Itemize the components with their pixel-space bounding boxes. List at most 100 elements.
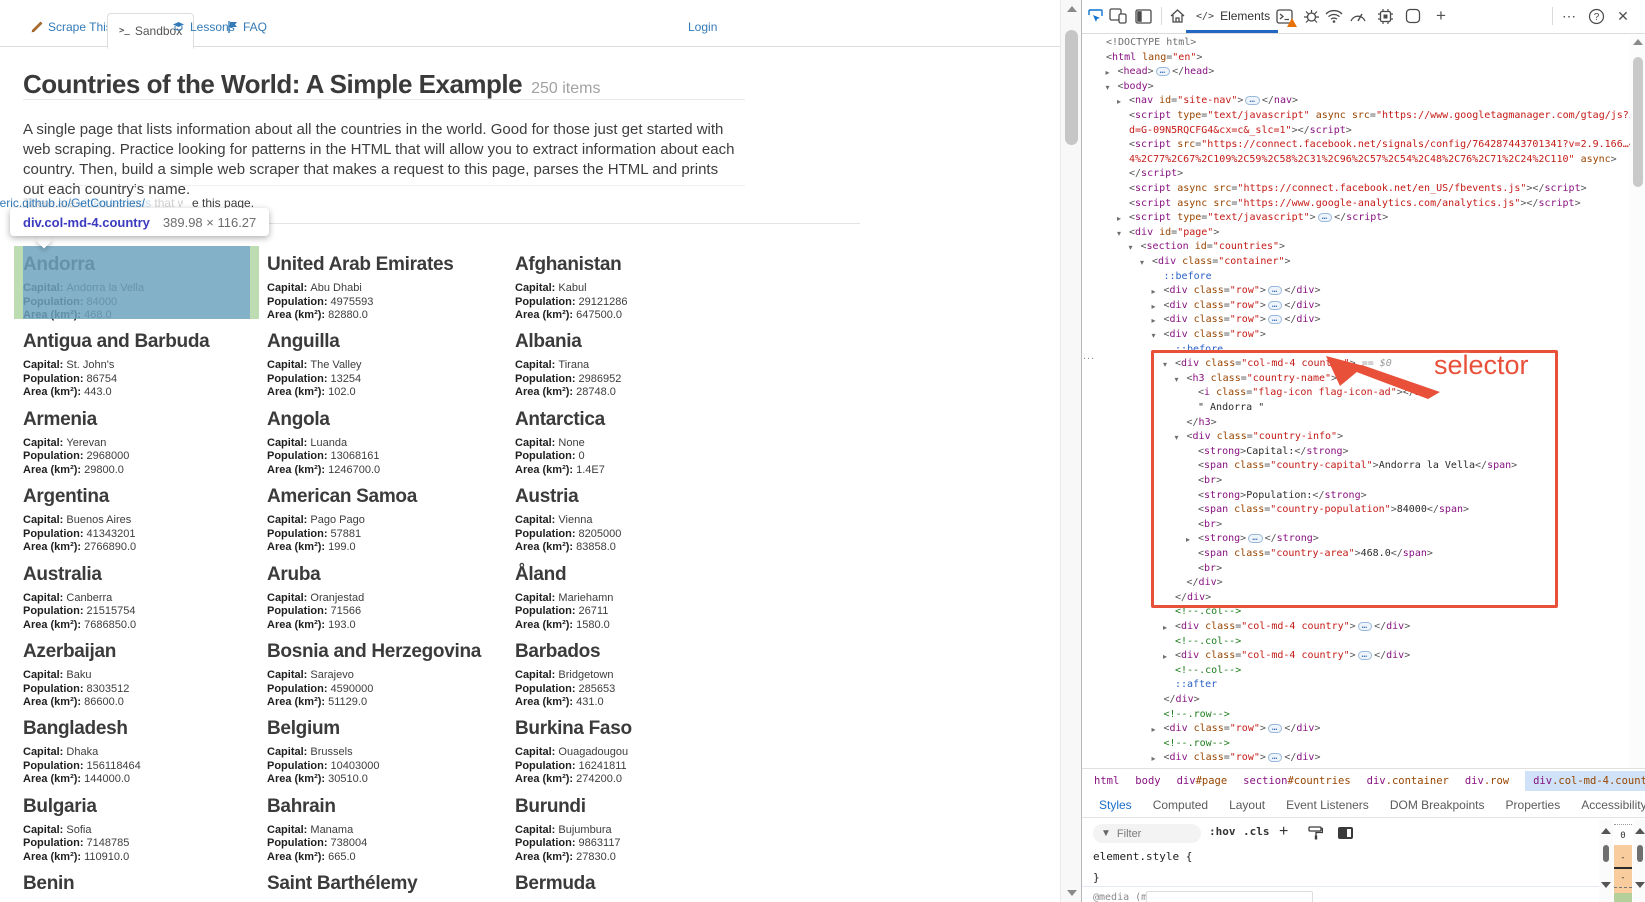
dom-tree-line[interactable]: <script async src="https://connect.faceb… <box>1129 183 1587 195</box>
dom-tree-line[interactable]: </div> <box>1187 577 1223 589</box>
dom-tree-line[interactable]: <script async src="https://www.google-an… <box>1129 198 1581 210</box>
dom-tree-line[interactable]: ▸<div class="col-md-4 country">…</div> <box>1175 650 1410 662</box>
memory-cpu-icon[interactable] <box>1375 6 1395 26</box>
scroll-down-arrow-icon[interactable] <box>1067 890 1077 896</box>
styles-scrollbar-secondary[interactable] <box>1633 820 1645 902</box>
tab-elements[interactable]: </> Elements <box>1186 0 1280 32</box>
expander-open-icon[interactable]: ▾ <box>1117 228 1121 240</box>
expander-closed-icon[interactable]: ▸ <box>1163 622 1167 634</box>
page-scrollbar[interactable] <box>1060 0 1082 902</box>
styles-scrollbar-thumb[interactable] <box>1603 845 1609 862</box>
styles-scrollbar-thumb[interactable] <box>1637 845 1643 862</box>
nav-tab-lessons[interactable]: Lessons <box>172 8 235 45</box>
expander-closed-icon[interactable]: ▸ <box>1152 286 1156 298</box>
collapsed-ellipsis-button[interactable]: … <box>1268 286 1282 295</box>
expander-closed-icon[interactable]: ▸ <box>1186 534 1190 546</box>
toggle-hover-state-button[interactable]: :hov <box>1209 825 1236 838</box>
expander-closed-icon[interactable]: ▸ <box>1117 96 1121 108</box>
dom-tree-line[interactable]: ▾<section id="countries"> <box>1141 241 1286 253</box>
expander-closed-icon[interactable]: ▸ <box>1152 724 1156 736</box>
expander-open-icon[interactable]: ▾ <box>1152 330 1156 342</box>
box-model-mini-preview[interactable]: 0 - - <box>1614 824 1632 902</box>
dom-tree-line[interactable]: <br> <box>1198 519 1222 531</box>
expander-open-icon[interactable]: ▾ <box>1129 242 1133 254</box>
device-emulation-icon[interactable] <box>1108 6 1128 26</box>
collapsed-ellipsis-button[interactable]: … <box>1245 96 1259 105</box>
paint-format-icon[interactable] <box>1308 826 1323 843</box>
expander-open-icon[interactable]: ▾ <box>1175 432 1179 444</box>
dom-gutter-ellipsis[interactable]: ... <box>1083 350 1095 362</box>
styles-tab-properties[interactable]: Properties <box>1506 798 1561 812</box>
scroll-up-arr​ow-icon[interactable] <box>1633 39 1643 45</box>
dom-tree-line[interactable]: <span class="country-capital">Andorra la… <box>1198 460 1517 472</box>
collapsed-ellipsis-button[interactable]: … <box>1358 651 1372 660</box>
dom-tree-line[interactable]: <span class="country-area">468.0</span> <box>1198 548 1433 560</box>
dom-tree-line[interactable]: d=G-09N5RQCFG4&cx=c&_slc=1"></script> <box>1129 125 1352 137</box>
dom-tree-line[interactable]: <script src="https://connect.facebook.ne… <box>1129 139 1630 151</box>
dom-tree-line[interactable]: ▸<div class="row">…</div> <box>1164 314 1321 326</box>
collapsed-ellipsis-button[interactable]: … <box>1268 753 1282 762</box>
toggle-classes-button[interactable]: .cls <box>1243 825 1270 838</box>
dom-tree-line[interactable]: ▾<body> <box>1118 81 1154 93</box>
dom-tree-line[interactable]: <strong>Capital:</strong> <box>1198 446 1349 458</box>
collapsed-ellipsis-button[interactable]: … <box>1248 534 1262 543</box>
dom-tree-line[interactable]: ▸<head>…</head> <box>1118 66 1215 78</box>
dom-tree-line[interactable]: ▾<div class="col-md-4 country"> == $0 <box>1175 358 1392 370</box>
breadcrumb-item[interactable]: div.col-md-4.country <box>1525 771 1645 791</box>
styles-tab-accessibility[interactable]: Accessibility <box>1581 798 1645 812</box>
close-devtools-icon[interactable]: ✕ <box>1613 6 1633 26</box>
breadcrumb-item[interactable]: div.row <box>1465 775 1509 787</box>
issues-bug-icon[interactable] <box>1301 6 1321 26</box>
dom-tree-line[interactable]: <!--.col--> <box>1175 665 1241 677</box>
expander-closed-icon[interactable]: ▸ <box>1152 753 1156 765</box>
dom-tree-line[interactable]: <span class="country-population">84000</… <box>1198 504 1469 516</box>
scroll-up-arrow-icon[interactable] <box>1601 828 1611 834</box>
dom-tree-line[interactable]: <i class="flag-icon flag-icon-ad"></i> <box>1198 387 1427 399</box>
expander-closed-icon[interactable]: ▸ <box>1152 301 1156 313</box>
dom-tree-line[interactable]: </div> <box>1175 592 1211 604</box>
breadcrumb-item[interactable]: body <box>1135 775 1160 787</box>
breadcrumb-item[interactable]: div.container <box>1367 775 1449 787</box>
devtools-dom-scrollbar[interactable] <box>1630 35 1645 768</box>
dom-tree-line[interactable]: <script type="text/javascript" async src… <box>1129 110 1630 122</box>
dom-tree-line[interactable]: <!--.row--> <box>1164 709 1230 721</box>
inspect-element-icon[interactable] <box>1085 6 1105 26</box>
home-icon[interactable] <box>1167 6 1187 26</box>
dom-tree-line[interactable]: </div> <box>1164 694 1200 706</box>
scroll-down-arrow-icon[interactable] <box>1601 882 1611 888</box>
styles-tab-computed[interactable]: Computed <box>1153 798 1208 812</box>
breadcrumb-item[interactable]: html <box>1094 775 1119 787</box>
styles-tab-layout[interactable]: Layout <box>1229 798 1265 812</box>
dom-tree-line[interactable]: ▾<div class="container"> <box>1152 256 1291 268</box>
dom-tree-line[interactable]: <!--.col--> <box>1175 636 1241 648</box>
collapsed-ellipsis-button[interactable]: … <box>1318 213 1332 222</box>
collapsed-ellipsis-button[interactable]: … <box>1156 67 1170 76</box>
dom-tree-line[interactable]: <html lang="en"> <box>1106 52 1202 64</box>
expander-closed-icon[interactable]: ▸ <box>1117 213 1121 225</box>
styles-filter-input[interactable]: ▼ Filter <box>1093 824 1201 843</box>
dom-tree-line[interactable]: <strong>Population:</strong> <box>1198 490 1367 502</box>
styles-scrollbar[interactable] <box>1599 820 1613 902</box>
dom-tree-line[interactable]: ::before <box>1164 271 1212 283</box>
dom-tree-line[interactable]: ▸<nav id="site-nav">…</nav> <box>1129 95 1298 107</box>
collapsed-ellipsis-button[interactable]: … <box>1268 301 1282 310</box>
collapsed-ellipsis-button[interactable]: … <box>1268 315 1282 324</box>
scroll-up-arrow-icon[interactable] <box>1067 6 1077 12</box>
dom-tree-line[interactable]: ▸<div class="row">…</div> <box>1164 723 1321 735</box>
expander-closed-icon[interactable]: ▸ <box>1163 651 1167 663</box>
page-scrollbar-thumb[interactable] <box>1065 30 1078 145</box>
nav-tab-faq[interactable]: FAQ <box>228 8 267 45</box>
dom-tree-line[interactable]: ▸<div class="row">…</div> <box>1164 752 1321 764</box>
dom-tree-line[interactable]: ▸<strong>…</strong> <box>1198 533 1319 545</box>
dom-tree-line[interactable]: 4%2C77%2C67%2C109%2C59%2C58%2C31%2C96%2C… <box>1129 154 1617 166</box>
expander-open-icon[interactable]: ▾ <box>1106 82 1110 94</box>
scroll-up-arrow-icon[interactable] <box>1635 828 1645 834</box>
dom-tree-line[interactable]: ::after <box>1175 679 1217 691</box>
console-icon[interactable] <box>1274 6 1294 26</box>
performance-icon[interactable] <box>1348 6 1368 26</box>
breadcrumb-item[interactable]: div#page <box>1177 775 1228 787</box>
element-style-rule[interactable]: element.style { <box>1093 850 1192 863</box>
expander-closed-icon[interactable]: ▸ <box>1106 67 1110 79</box>
dom-tree-line[interactable]: ▸<div class="row">…</div> <box>1164 300 1321 312</box>
dom-tree-line[interactable]: <br> <box>1198 563 1222 575</box>
